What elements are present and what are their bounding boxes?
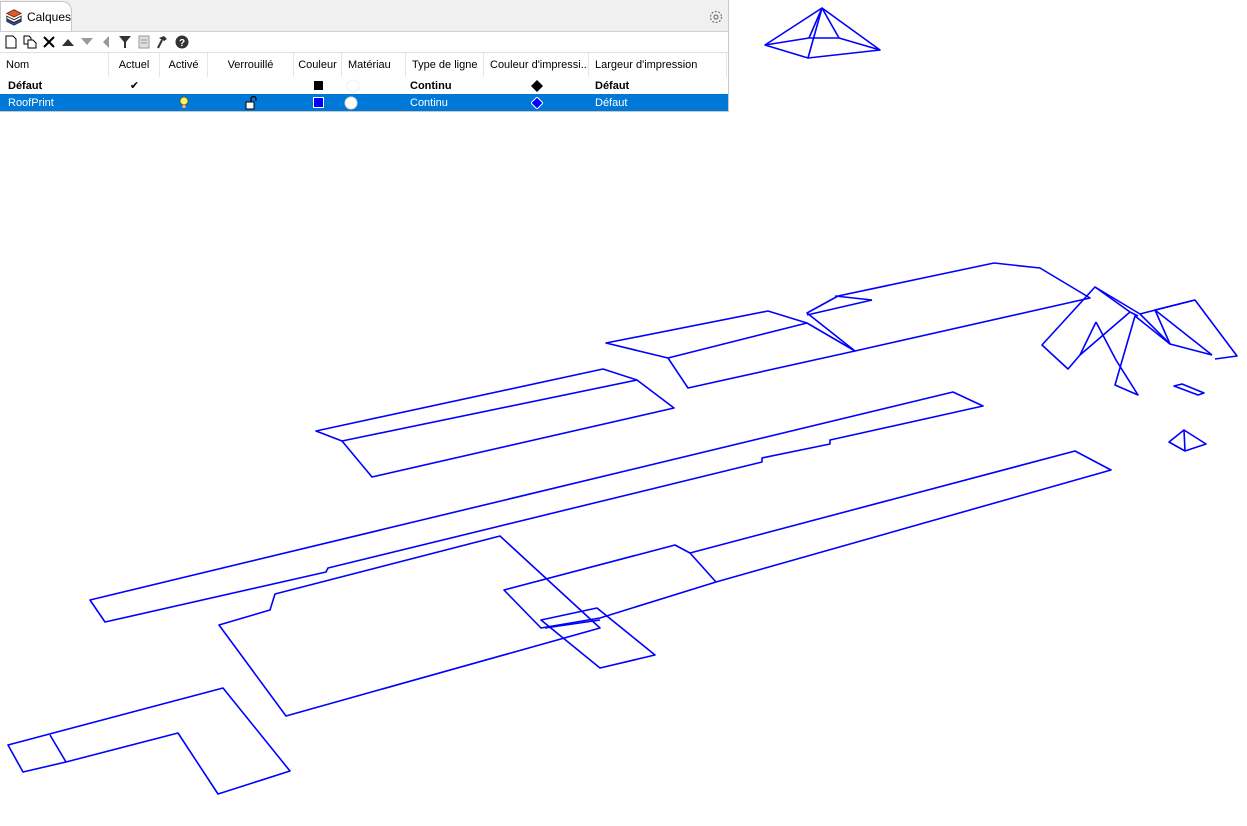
layer-on-cell[interactable]	[160, 77, 208, 94]
layer-color-cell[interactable]	[294, 77, 342, 94]
layers-icon	[5, 8, 23, 26]
filter-icon	[119, 36, 131, 48]
svg-text:?: ?	[179, 38, 185, 49]
tools-button[interactable]	[136, 34, 152, 50]
tab-layers[interactable]: Calques	[0, 1, 72, 31]
layer-linetype[interactable]: Continu	[406, 77, 484, 94]
header-current[interactable]: Actuel	[109, 53, 160, 77]
layer-print-color-cell[interactable]	[484, 77, 589, 94]
table-header: Nom Actuel Activé Verrouillé Couleur Mat…	[0, 52, 728, 77]
new-document-icon	[5, 35, 17, 49]
header-name[interactable]: Nom	[0, 53, 109, 77]
layer-lock-cell[interactable]	[208, 77, 294, 94]
material-sphere-icon	[344, 96, 358, 109]
print-color-diamond-icon	[530, 96, 543, 109]
layer-print-width[interactable]: Défaut	[589, 94, 727, 111]
table-row[interactable]: Défaut ✔ Continu Défaut	[0, 77, 728, 94]
hammer-icon	[157, 36, 167, 49]
layer-tools-icon	[138, 35, 150, 49]
pyramid-top-small	[764, 7, 881, 59]
header-on[interactable]: Activé	[160, 53, 208, 77]
triangle-up-icon	[62, 39, 74, 46]
header-color[interactable]: Couleur	[294, 53, 342, 77]
print-color-diamond-icon	[530, 79, 543, 92]
close-icon	[43, 36, 55, 48]
new-layer-button[interactable]	[3, 34, 19, 50]
layer-color-cell[interactable]	[294, 94, 342, 111]
header-linetype[interactable]: Type de ligne	[406, 53, 484, 77]
new-sublayer-button[interactable]	[22, 34, 38, 50]
lightbulb-icon	[179, 96, 189, 108]
move-up-button[interactable]	[60, 34, 76, 50]
current-check-icon[interactable]: ✔	[109, 77, 160, 94]
triangle-down-icon	[81, 38, 93, 45]
header-material[interactable]: Matériau	[342, 53, 406, 77]
header-print-width[interactable]: Largeur d'impression	[589, 53, 727, 77]
layer-lock-cell[interactable]	[208, 94, 294, 111]
hammer-button[interactable]	[155, 34, 171, 50]
layer-material-cell[interactable]	[342, 77, 406, 94]
move-down-button[interactable]	[79, 34, 95, 50]
perspective-viewport[interactable]	[0, 0, 1247, 821]
layer-on-cell[interactable]	[160, 94, 208, 111]
header-locked[interactable]: Verrouillé	[208, 53, 294, 77]
triangle-left-icon	[103, 36, 109, 48]
copy-document-icon	[23, 35, 37, 49]
layer-current-cell[interactable]	[109, 94, 160, 111]
layer-print-color-cell[interactable]	[484, 94, 589, 111]
layers-toolbar: ?	[0, 32, 728, 52]
filter-button[interactable]	[117, 34, 133, 50]
layer-name[interactable]: Défaut	[0, 77, 109, 94]
layer-material-cell[interactable]	[342, 94, 406, 111]
tab-layers-label: Calques	[26, 9, 71, 24]
layer-name[interactable]: RoofPrint	[0, 94, 109, 111]
unlocked-padlock-icon	[245, 95, 257, 109]
help-icon: ?	[175, 35, 189, 49]
layer-table: Nom Actuel Activé Verrouillé Couleur Mat…	[0, 52, 728, 111]
complex-roof-right	[1041, 286, 1238, 396]
layer-print-width[interactable]: Défaut	[589, 77, 727, 94]
roofprint-wireframe	[7, 7, 1238, 795]
material-sphere-icon	[346, 79, 360, 92]
gear-icon[interactable]	[708, 9, 724, 25]
delete-layer-button[interactable]	[41, 34, 57, 50]
color-swatch	[313, 81, 323, 90]
help-button[interactable]: ?	[174, 34, 190, 50]
move-out-button[interactable]	[98, 34, 114, 50]
color-swatch	[312, 97, 324, 108]
panel-tab-bar: Calques	[0, 0, 728, 32]
header-print-color[interactable]: Couleur d'impressi...	[484, 53, 589, 77]
layer-linetype[interactable]: Continu	[406, 94, 484, 111]
layers-panel: Calques ? Nom Actuel Activé Verrouillé C…	[0, 0, 729, 112]
table-row[interactable]: RoofPrint Continu Défaut	[0, 94, 728, 111]
